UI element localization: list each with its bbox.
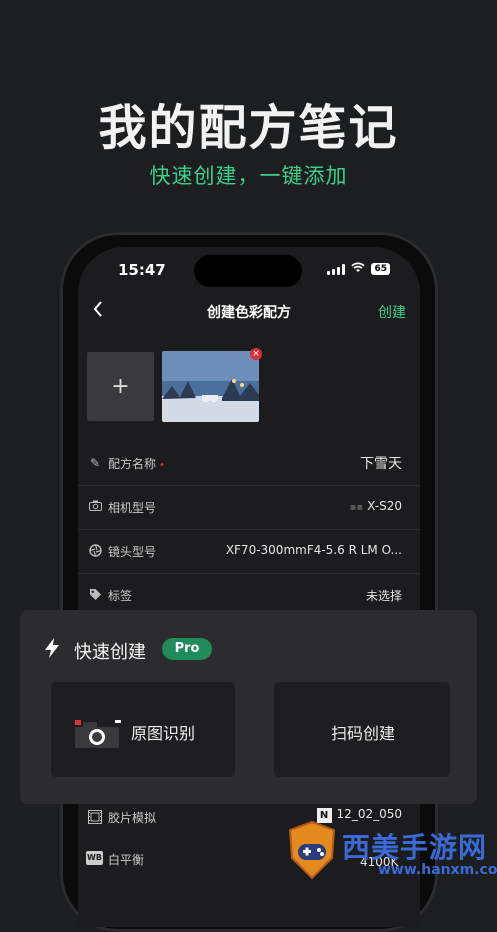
camera-icon (73, 716, 121, 748)
lens-model-value[interactable]: XF70-300mmF4-5.6 R LM O... (226, 543, 402, 557)
tag-icon (88, 588, 102, 602)
add-image-button[interactable]: + (87, 352, 154, 421)
wifi-icon (351, 262, 366, 276)
camera-model-label: 相机型号 (108, 501, 157, 515)
camera-model-row[interactable]: 相机型号 ▪▪ X-S20 (78, 487, 420, 530)
lens-model-row[interactable]: 镜头型号 XF70-300mmF4-5.6 R LM O... (78, 531, 420, 574)
battery-icon: 65 (371, 263, 390, 275)
image-recognition-label: 原图识别 (131, 724, 196, 743)
quick-create-title: 快速创建 (74, 642, 146, 663)
site-watermark: 西美手游网 www.hanxm.com (282, 818, 497, 883)
watermark-name: 西美手游网 (342, 831, 488, 864)
scan-create-button[interactable]: 扫码创建 (274, 682, 450, 777)
aperture-icon (88, 544, 102, 558)
promo-headline: 我的配方笔记 (98, 100, 399, 156)
scan-create-label: 扫码创建 (331, 724, 396, 743)
nav-bar: 创建色彩配方 创建 (78, 299, 420, 323)
lens-model-label: 镜头型号 (108, 545, 157, 559)
remove-photo-button[interactable]: × (250, 348, 262, 360)
photo-thumbnail[interactable] (162, 351, 259, 422)
watermark-url: www.hanxm.com (378, 862, 497, 878)
brand-logo-icon: ▪▪ (349, 502, 364, 513)
tags-value[interactable]: 未选择 (366, 587, 402, 604)
promo-tagline: 快速创建，一键添加 (149, 164, 348, 188)
status-icons: 65 (327, 262, 390, 276)
film-sim-label: 胶片模拟 (108, 811, 157, 825)
recipe-name-value[interactable]: 下雪天 (360, 453, 402, 473)
camera-model-value[interactable]: ▪▪ X-S20 (350, 499, 402, 513)
image-recognition-button[interactable]: 原图识别 (51, 682, 235, 777)
wb-icon: WB (86, 851, 103, 865)
camera-model-text: X-S20 (367, 499, 402, 513)
quick-create-sheet: 快速创建 Pro 原图识别 扫码创建 (20, 610, 477, 804)
recipe-name-label: 配方名称 (108, 457, 157, 471)
signal-icon (327, 263, 346, 275)
create-button[interactable]: 创建 (378, 302, 406, 322)
dynamic-island (194, 255, 302, 287)
camera-icon (88, 500, 102, 514)
tags-label: 标签 (108, 589, 133, 603)
required-mark: • (159, 460, 165, 471)
pencil-icon: ✎ (89, 456, 101, 470)
gamepad-shield-icon (286, 820, 338, 880)
status-time: 15:47 (118, 261, 166, 279)
page-title: 创建色彩配方 (207, 305, 291, 321)
recipe-name-row[interactable]: ✎ 配方名称 • 下雪天 (78, 443, 420, 486)
pro-badge: Pro (162, 638, 212, 660)
film-icon (88, 809, 102, 828)
lightning-icon (44, 638, 60, 663)
white-balance-label: 白平衡 (108, 853, 145, 867)
